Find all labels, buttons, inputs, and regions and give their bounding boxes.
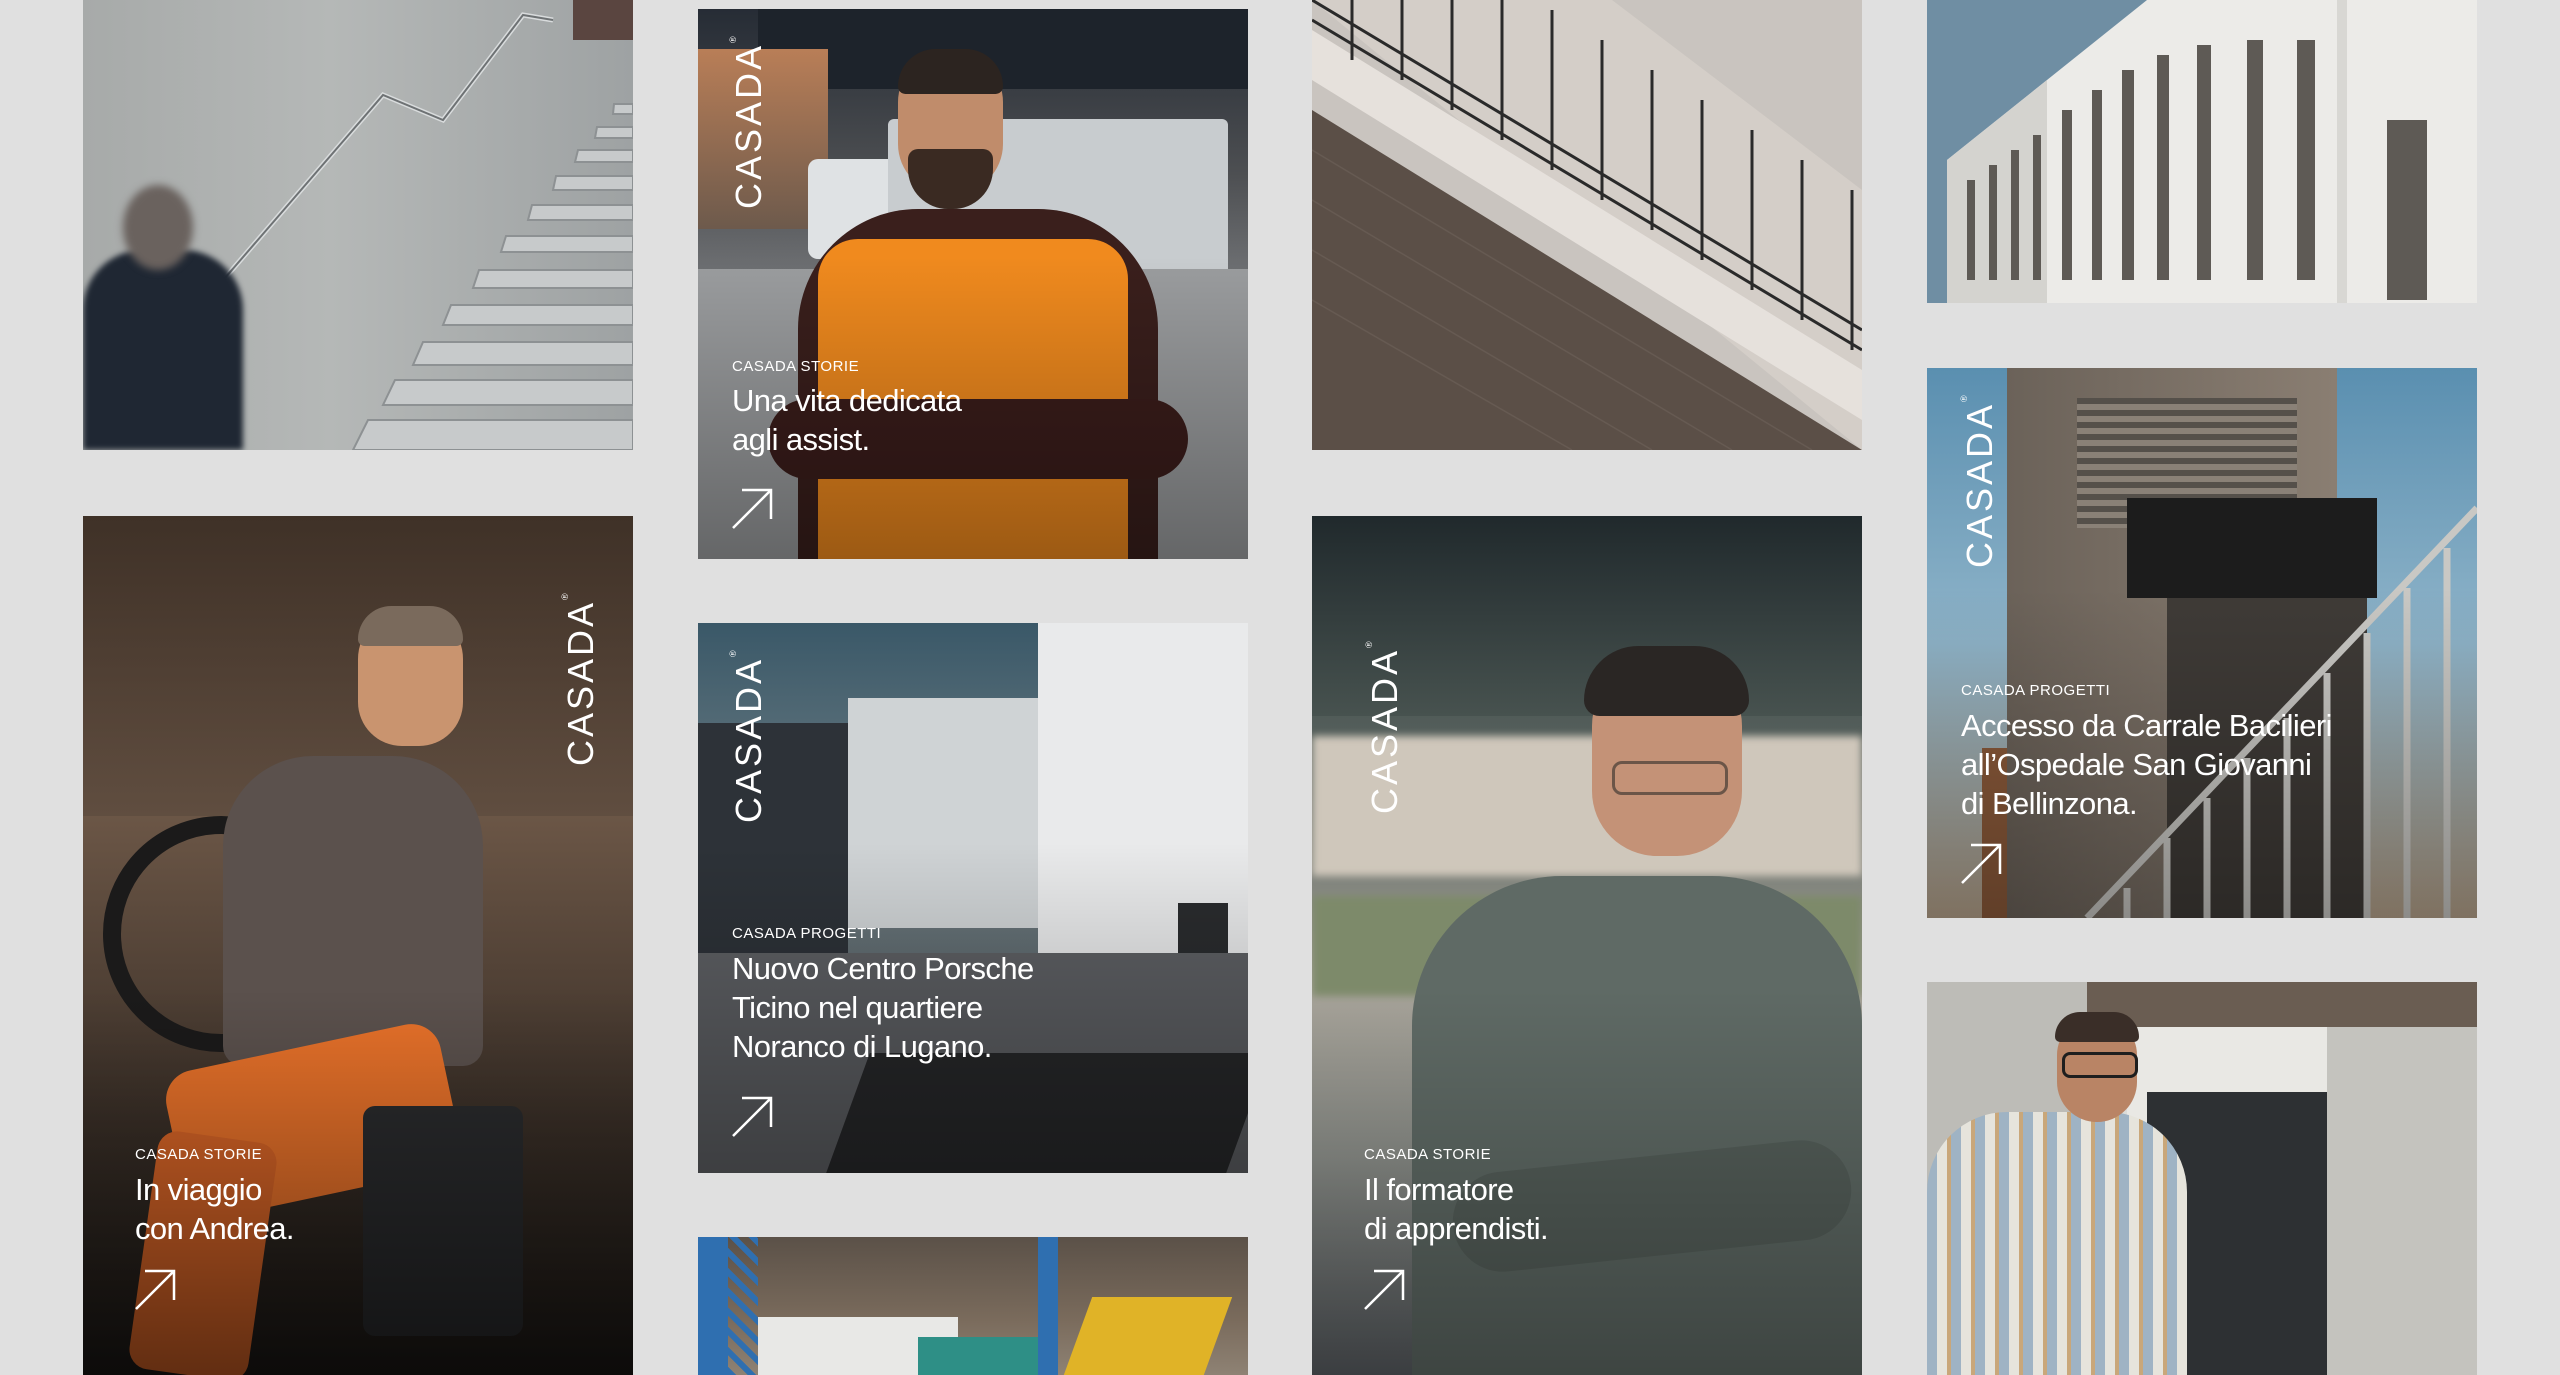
- arrow-up-right-icon[interactable]: [1362, 1266, 1408, 1312]
- card-title: Il formatore di apprendisti.: [1364, 1172, 1549, 1246]
- facade-photo[interactable]: [1927, 0, 2477, 303]
- brand-logo-vertical: CASADA®: [560, 593, 601, 766]
- arrow-up-right-icon[interactable]: [1959, 840, 2005, 886]
- card-title: In viaggio con Andrea.: [135, 1172, 294, 1246]
- card-title: Una vita dedicata agli assist.: [732, 383, 962, 457]
- brand-logo-vertical: CASADA®: [728, 650, 769, 823]
- card-kicker: CASADA STORIE: [732, 358, 860, 375]
- card-title: Accesso da Carrale Bacilieri all’Ospedal…: [1961, 708, 2332, 821]
- card-kicker: CASADA PROGETTI: [732, 925, 882, 942]
- card-storie-andrea[interactable]: CASADA® CASADA STORIE In viaggio con And…: [83, 516, 633, 1375]
- construction-site-photo[interactable]: [698, 1237, 1248, 1375]
- arrow-up-right-icon[interactable]: [730, 1093, 776, 1139]
- card-kicker: CASADA STORIE: [1364, 1146, 1492, 1163]
- card-title: Nuovo Centro Porsche Ticino nel quartier…: [732, 951, 1034, 1064]
- staircase-photo[interactable]: [83, 0, 633, 450]
- brand-logo-vertical: CASADA®: [728, 36, 769, 209]
- brand-logo-vertical: CASADA®: [1364, 641, 1405, 814]
- card-storie-assist[interactable]: CASADA® CASADA STORIE Una vita dedicata …: [698, 9, 1248, 559]
- card-progetti-ospedale[interactable]: CASADA® CASADA PROGETTI Accesso da Carra…: [1927, 368, 2477, 918]
- card-kicker: CASADA PROGETTI: [1961, 682, 2111, 699]
- man-checked-shirt-photo[interactable]: [1927, 982, 2477, 1375]
- brand-logo-vertical: CASADA®: [1959, 395, 2000, 568]
- arrow-up-right-icon[interactable]: [133, 1266, 179, 1312]
- card-kicker: CASADA STORIE: [135, 1146, 263, 1163]
- card-progetti-porsche[interactable]: CASADA® CASADA PROGETTI Nuovo Centro Por…: [698, 623, 1248, 1173]
- arrow-up-right-icon[interactable]: [730, 485, 776, 531]
- railing-photo[interactable]: [1312, 0, 1862, 450]
- card-storie-formatore[interactable]: CASADA® CASADA STORIE Il formatore di ap…: [1312, 516, 1862, 1375]
